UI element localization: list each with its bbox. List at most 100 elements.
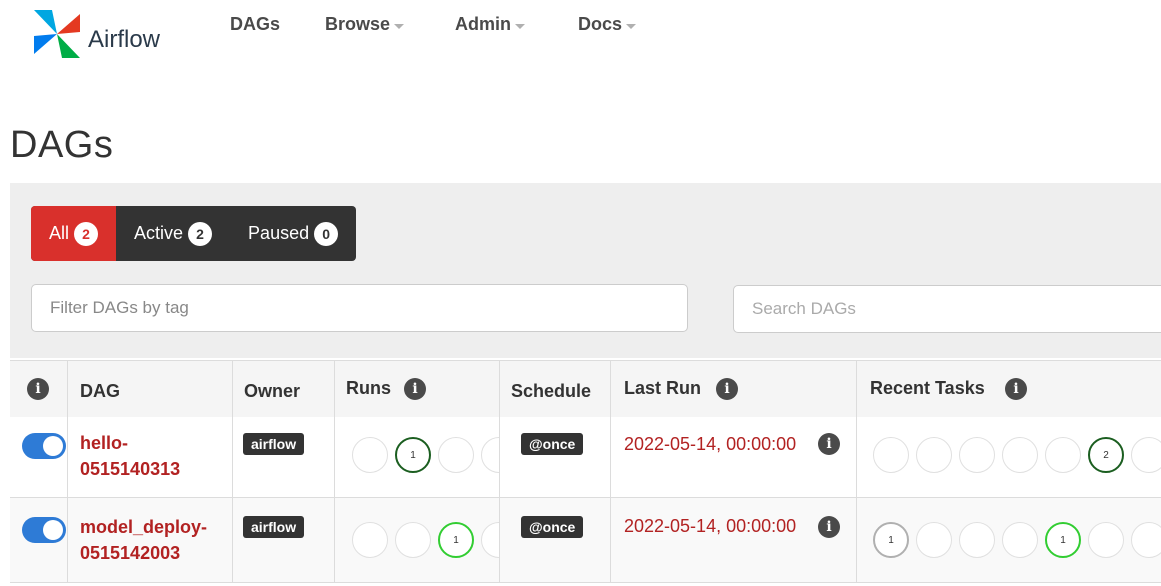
task-status-circle[interactable]: 1 bbox=[873, 522, 909, 558]
dag-cell: hello- 0515140313 bbox=[67, 417, 231, 497]
task-status-circle[interactable] bbox=[1045, 437, 1081, 473]
task-status-circle[interactable] bbox=[959, 437, 995, 473]
last-run-cell: 2022-05-14, 00:00:00 i bbox=[610, 417, 856, 497]
toggle-cell bbox=[10, 498, 66, 582]
dag-pause-toggle[interactable] bbox=[22, 517, 66, 543]
info-icon[interactable]: i bbox=[1005, 378, 1027, 400]
filter-active-label: Active bbox=[134, 223, 184, 243]
task-status-circle[interactable] bbox=[1088, 522, 1124, 558]
filter-all-button[interactable]: All 2 bbox=[31, 206, 117, 261]
header-schedule-cell[interactable]: Schedule bbox=[499, 361, 610, 417]
run-status-circle[interactable] bbox=[395, 522, 431, 558]
run-status-circle[interactable] bbox=[481, 437, 499, 473]
header-recent-tasks: Recent Tasks bbox=[870, 378, 985, 398]
last-run-cell: 2022-05-14, 00:00:00 i bbox=[610, 498, 856, 582]
brand-name: Airflow bbox=[88, 26, 161, 53]
header-recent-tasks-cell: Recent Tasks i bbox=[856, 361, 1161, 417]
page-title: DAGs bbox=[10, 124, 114, 166]
status-filter-group: All 2 Active 2 Paused 0 bbox=[31, 206, 357, 261]
dag-name-line2: 0515140313 bbox=[80, 459, 181, 479]
nav-browse-label: Browse bbox=[325, 14, 391, 34]
nav-browse[interactable]: Browse bbox=[325, 14, 405, 35]
header-owner: Owner bbox=[244, 381, 301, 401]
nav-dags-label: DAGs bbox=[230, 14, 281, 34]
header-last-run-cell: Last Run i bbox=[610, 361, 856, 417]
runs-cell: 1 bbox=[334, 417, 499, 497]
airflow-logo-icon bbox=[30, 6, 84, 62]
tag-filter-input[interactable]: Filter DAGs by tag bbox=[31, 284, 688, 332]
filter-all-label: All bbox=[49, 223, 70, 243]
run-status-circle[interactable] bbox=[481, 522, 499, 558]
nav-dags[interactable]: DAGs bbox=[230, 14, 280, 35]
dag-link[interactable]: hello- 0515140313 bbox=[80, 430, 180, 482]
header-schedule: Schedule bbox=[511, 381, 592, 401]
run-status-circle[interactable] bbox=[352, 437, 388, 473]
toggle-cell bbox=[10, 417, 66, 497]
chevron-down-icon bbox=[626, 24, 637, 29]
schedule-cell: @once bbox=[499, 498, 610, 582]
filter-active-count: 2 bbox=[188, 221, 213, 246]
table-header-row: i DAG Owner Runs i Schedule Last Run i R… bbox=[10, 360, 1161, 418]
info-icon[interactable]: i bbox=[818, 516, 840, 538]
search-dags-placeholder: Search DAGs bbox=[752, 299, 856, 318]
task-status-circle[interactable]: 1 bbox=[1045, 522, 1081, 558]
task-status-circle[interactable] bbox=[916, 437, 952, 473]
run-status-circle[interactable] bbox=[438, 437, 474, 473]
owner-badge[interactable]: airflow bbox=[243, 516, 305, 538]
nav-docs[interactable]: Docs bbox=[578, 14, 637, 35]
header-runs-cell: Runs i bbox=[334, 361, 499, 417]
chevron-down-icon bbox=[515, 24, 525, 29]
schedule-badge[interactable]: @once bbox=[521, 516, 584, 538]
header-dag-cell[interactable]: DAG bbox=[67, 361, 231, 417]
chevron-down-icon bbox=[394, 24, 405, 29]
task-status-circle[interactable]: 2 bbox=[1088, 437, 1124, 473]
task-status-circle[interactable] bbox=[916, 522, 952, 558]
task-status-circle[interactable] bbox=[1002, 437, 1038, 473]
airflow-brand[interactable]: Airflow bbox=[30, 6, 160, 62]
dag-name-line2: 0515142003 bbox=[80, 543, 181, 563]
last-run-link[interactable]: 2022-05-14, 00:00:00 bbox=[624, 434, 796, 455]
dag-cell: model_deploy- 0515142003 bbox=[67, 498, 231, 582]
header-dag: DAG bbox=[80, 381, 120, 401]
info-icon[interactable]: i bbox=[818, 433, 840, 455]
run-status-circle[interactable]: 1 bbox=[438, 522, 474, 558]
run-status-circle[interactable] bbox=[352, 522, 388, 558]
navbar: Airflow DAGs Browse Admin Docs bbox=[0, 0, 1161, 70]
filter-paused-label: Paused bbox=[248, 223, 310, 243]
filter-paused-button[interactable]: Paused 0 bbox=[230, 206, 356, 261]
toggle-knob bbox=[43, 436, 63, 456]
info-icon[interactable]: i bbox=[27, 378, 49, 400]
dag-name-line1: model_deploy- bbox=[80, 517, 208, 537]
dag-pause-toggle[interactable] bbox=[22, 433, 66, 459]
runs-cell: 1 bbox=[334, 498, 499, 582]
filter-paused-count: 0 bbox=[314, 221, 339, 246]
header-owner-cell[interactable]: Owner bbox=[232, 361, 334, 417]
schedule-cell: @once bbox=[499, 417, 610, 497]
filter-active-button[interactable]: Active 2 bbox=[116, 206, 230, 261]
schedule-badge[interactable]: @once bbox=[521, 433, 584, 455]
dag-link[interactable]: model_deploy- 0515142003 bbox=[80, 514, 207, 566]
task-status-circle[interactable] bbox=[1131, 522, 1161, 558]
nav-admin[interactable]: Admin bbox=[455, 14, 525, 35]
recent-tasks-cell: 2 bbox=[856, 417, 1161, 497]
task-status-circle[interactable] bbox=[1131, 437, 1161, 473]
owner-badge[interactable]: airflow bbox=[243, 433, 305, 455]
info-icon[interactable]: i bbox=[716, 378, 738, 400]
filter-all-count: 2 bbox=[74, 221, 99, 246]
tag-filter-placeholder: Filter DAGs by tag bbox=[50, 298, 189, 317]
header-info-cell: i bbox=[10, 361, 66, 417]
owner-cell: airflow bbox=[232, 498, 334, 582]
last-run-link[interactable]: 2022-05-14, 00:00:00 bbox=[624, 516, 796, 537]
task-status-circle[interactable] bbox=[873, 437, 909, 473]
run-status-circle[interactable]: 1 bbox=[395, 437, 431, 473]
dag-name-line1: hello- bbox=[80, 433, 128, 453]
search-dags-input[interactable]: Search DAGs bbox=[733, 285, 1161, 333]
info-icon[interactable]: i bbox=[404, 378, 426, 400]
recent-tasks-cell: 11 bbox=[856, 498, 1161, 582]
nav-docs-label: Docs bbox=[578, 14, 623, 34]
owner-cell: airflow bbox=[232, 417, 334, 497]
task-status-circle[interactable] bbox=[1002, 522, 1038, 558]
task-status-circle[interactable] bbox=[959, 522, 995, 558]
nav-admin-label: Admin bbox=[455, 14, 511, 34]
table-row: model_deploy- 0515142003 airflow 1 @once… bbox=[10, 498, 1161, 583]
